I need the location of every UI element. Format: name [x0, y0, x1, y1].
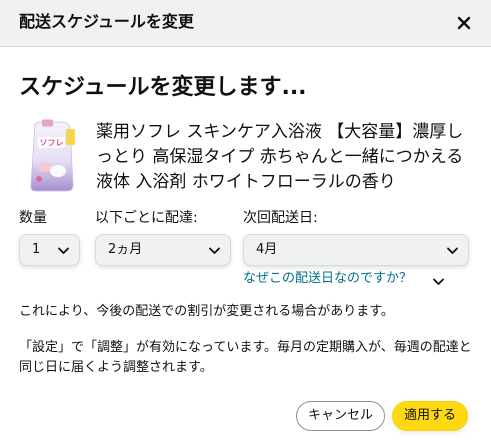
quantity-select[interactable]: 1	[19, 234, 80, 266]
next-delivery-label: 次回配送日:	[243, 210, 318, 226]
chevron-down-icon	[209, 247, 220, 254]
next-delivery-select-value: 4月	[256, 242, 278, 257]
dialog-header-title: 配送スケジュールを変更	[19, 12, 194, 31]
discount-notice: これにより、今後の配送での割引が変更される場合があります。	[19, 304, 394, 319]
next-delivery-select[interactable]: 4月	[243, 234, 469, 266]
dialog-header: 配送スケジュールを変更	[0, 0, 491, 47]
why-delivery-date-link[interactable]: なぜこの配送日なのですか？	[243, 270, 412, 288]
adjustment-notice: 「設定」で「調整」が有効になっています。毎月の定期購入が、毎週の配達と同じ日に届…	[19, 340, 472, 375]
cancel-button[interactable]: キャンセル	[296, 401, 385, 431]
chevron-down-icon	[58, 247, 69, 254]
product-name: 薬用ソフレ スキンケア入浴液 【大容量】濃厚しっとり 高保湿タイプ 赤ちゃんと一…	[96, 122, 464, 192]
page-title: スケジュールを変更します...	[19, 75, 307, 100]
change-schedule-dialog: 配送スケジュールを変更 スケジュールを変更します... ソフレ 薬用ソフレ スキ…	[0, 0, 491, 442]
product-package-text: ソフレ	[40, 139, 64, 148]
quantity-label: 数量	[19, 210, 47, 226]
frequency-label: 以下ごとに配達:	[95, 210, 198, 226]
close-icon	[457, 16, 471, 30]
apply-button[interactable]: 適用する	[392, 401, 468, 431]
frequency-select[interactable]: 2ヵ月	[95, 234, 231, 266]
chevron-down-icon	[447, 247, 458, 254]
quantity-select-value: 1	[32, 242, 41, 257]
frequency-select-value: 2ヵ月	[108, 242, 143, 257]
product-image: ソフレ	[27, 119, 77, 193]
close-button[interactable]	[451, 10, 477, 36]
chevron-down-icon[interactable]	[432, 275, 445, 288]
